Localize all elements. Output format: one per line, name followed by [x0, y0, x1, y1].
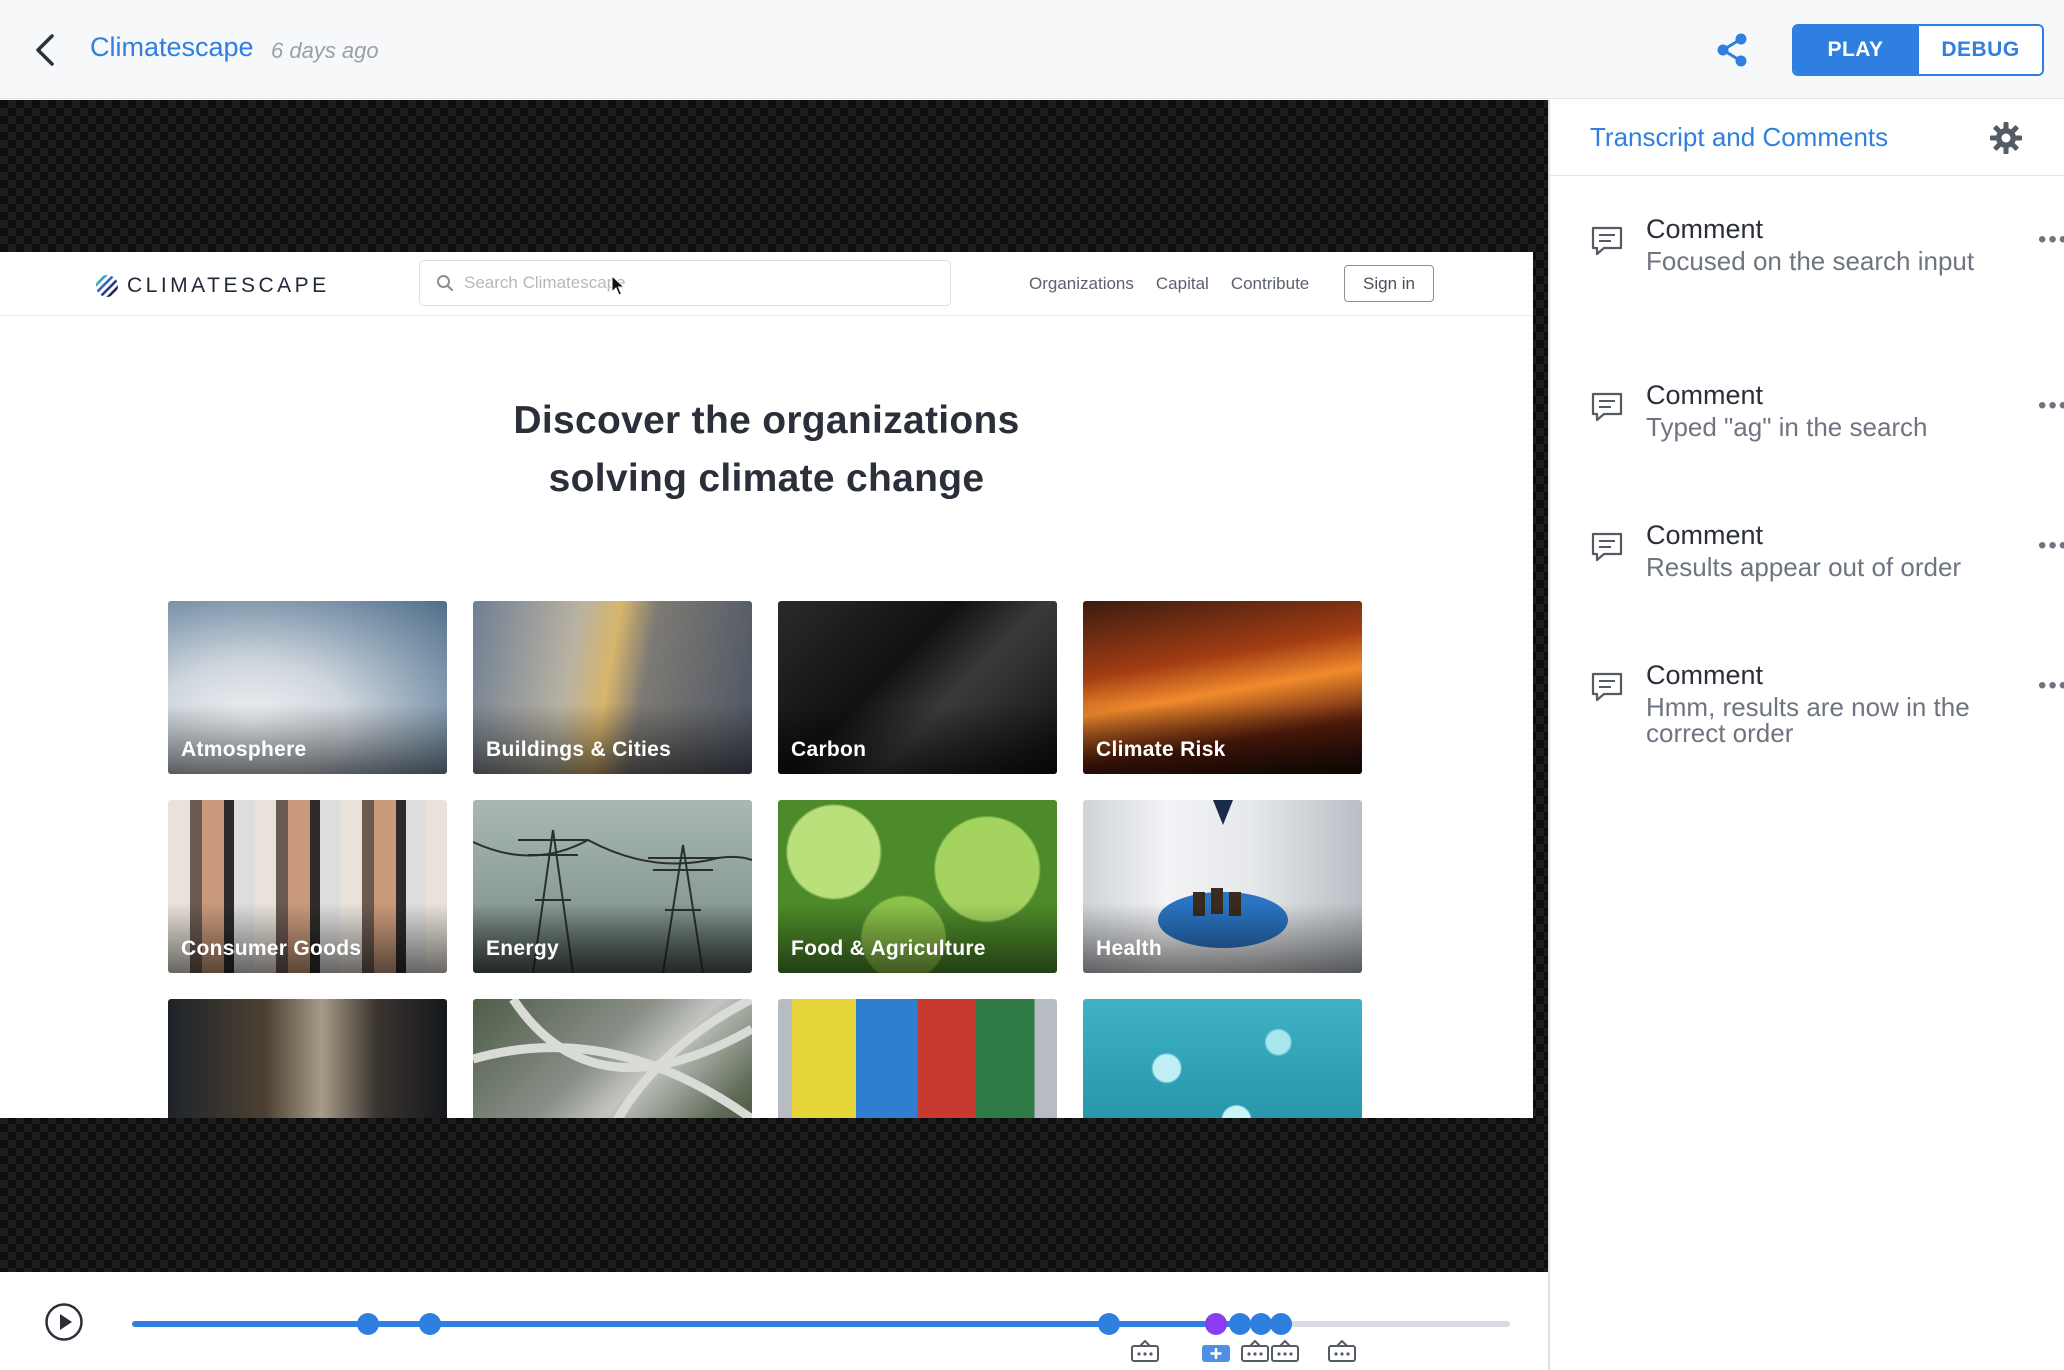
app-header: Climatescape 6 days ago PLAY DEBUG	[0, 0, 2064, 99]
more-options-icon[interactable]: •••	[2038, 532, 2064, 560]
console-event-icon[interactable]	[1327, 1339, 1357, 1363]
comment-title: Comment	[1646, 520, 1764, 550]
recording-date: 6 days ago	[271, 38, 379, 63]
site-navbar: CLIMATESCAPE Organizations Capital Contr…	[0, 252, 1533, 316]
mouse-cursor-icon	[611, 275, 625, 296]
timeline-marker[interactable]	[418, 1313, 441, 1335]
panel-header: Transcript and Comments	[1550, 100, 2064, 176]
site-logo[interactable]: CLIMATESCAPE	[95, 274, 330, 298]
panel-title: Transcript and Comments	[1590, 122, 1889, 152]
tile-label: Atmosphere	[181, 738, 307, 761]
timeline-scrubber[interactable]	[132, 1321, 1510, 1327]
more-options-icon[interactable]: •••	[2038, 392, 2064, 420]
category-tile-industry[interactable]	[168, 999, 447, 1118]
hero-heading: Discover the organizations solving clima…	[0, 392, 1533, 508]
search-icon	[437, 275, 454, 292]
debug-mode-button[interactable]: DEBUG	[1917, 26, 2042, 74]
share-icon	[1717, 33, 1747, 67]
timeline-marker[interactable]	[1249, 1313, 1272, 1335]
nav-link-capital[interactable]: Capital	[1156, 274, 1209, 294]
nav-link-contribute[interactable]: Contribute	[1231, 274, 1309, 294]
console-event-icon[interactable]	[1130, 1339, 1160, 1363]
comment-icon	[1591, 226, 1623, 256]
tile-label: Food & Agriculture	[791, 937, 986, 960]
hero-line-1: Discover the organizations	[513, 399, 1020, 442]
tile-label: Energy	[486, 937, 559, 960]
category-tile-carbon[interactable]: Carbon	[778, 601, 1057, 774]
timeline-marker[interactable]	[1270, 1313, 1293, 1335]
replayed-website: CLIMATESCAPE Organizations Capital Contr…	[0, 252, 1533, 1118]
replay-stage: CLIMATESCAPE Organizations Capital Contr…	[0, 100, 1548, 1272]
recording-title[interactable]: Climatescape	[90, 32, 254, 63]
timeline-marker[interactable]	[1228, 1313, 1251, 1335]
tile-label: Climate Risk	[1096, 738, 1226, 761]
category-tile-buildings-cities[interactable]: Buildings & Cities	[473, 601, 752, 774]
playback-timeline	[0, 1272, 1548, 1370]
timeline-marker[interactable]	[1098, 1313, 1120, 1335]
tile-label: Carbon	[791, 738, 867, 761]
mode-toggle: PLAY DEBUG	[1792, 24, 2044, 76]
hero-line-2: solving climate change	[548, 457, 985, 500]
comment-text: Hmm, results are now in the correct orde…	[1646, 692, 1970, 748]
settings-button[interactable]	[1986, 118, 2026, 158]
more-options-icon[interactable]: •••	[2038, 226, 2064, 254]
site-logo-text: CLIMATESCAPE	[127, 274, 330, 297]
chevron-left-icon	[36, 34, 54, 66]
site-search-box[interactable]	[419, 260, 951, 306]
category-tile-consumer-goods[interactable]: Consumer Goods	[168, 800, 447, 973]
comment-icon	[1591, 392, 1623, 422]
comment-text: Results appear out of order	[1646, 552, 1962, 582]
share-button[interactable]	[1710, 28, 1754, 72]
category-tile-climate-risk[interactable]: Climate Risk	[1083, 601, 1362, 774]
play-mode-button[interactable]: PLAY	[1794, 26, 1917, 74]
timeline-marker[interactable]	[356, 1313, 379, 1335]
site-search-input[interactable]	[464, 273, 904, 293]
tile-label: Health	[1096, 937, 1162, 960]
climatescape-logo-icon	[96, 275, 118, 297]
gear-icon	[1990, 122, 2022, 154]
play-button[interactable]	[44, 1302, 84, 1342]
add-comment-event-icon[interactable]	[1201, 1339, 1231, 1363]
more-options-icon[interactable]: •••	[2038, 672, 2064, 700]
category-tile-atmosphere[interactable]: Atmosphere	[168, 601, 447, 774]
back-button[interactable]	[24, 28, 64, 72]
play-circle-icon	[45, 1303, 83, 1341]
comment-title: Comment	[1646, 380, 1764, 410]
comment-title: Comment	[1646, 660, 1764, 690]
console-event-icon[interactable]	[1270, 1339, 1300, 1363]
comment-icon	[1591, 672, 1623, 702]
comment-text: Focused on the search input	[1646, 246, 1975, 276]
nav-link-organizations[interactable]: Organizations	[1029, 274, 1134, 294]
category-tile-waste[interactable]	[778, 999, 1057, 1118]
comment-text: Typed "ag" in the search	[1646, 412, 1928, 442]
sign-in-button[interactable]: Sign in	[1344, 265, 1434, 302]
timeline-marker[interactable]	[1205, 1313, 1228, 1335]
category-tile-health[interactable]: Health	[1083, 800, 1362, 973]
site-nav-links: Organizations Capital Contribute	[1029, 274, 1309, 294]
category-tile-energy[interactable]: Energy	[473, 800, 752, 973]
category-tile-transportation[interactable]	[473, 999, 752, 1118]
tile-label: Consumer Goods	[181, 937, 362, 960]
category-tile-food-agriculture[interactable]: Food & Agriculture	[778, 800, 1057, 973]
comment-title: Comment	[1646, 214, 1764, 244]
transcript-panel: Transcript and Comments Comment Focused …	[1548, 100, 2064, 1370]
highway-image	[473, 999, 752, 1118]
tile-label: Buildings & Cities	[486, 738, 672, 761]
category-tile-water[interactable]	[1083, 999, 1362, 1118]
console-event-icon[interactable]	[1240, 1339, 1270, 1363]
comment-icon	[1591, 532, 1623, 562]
